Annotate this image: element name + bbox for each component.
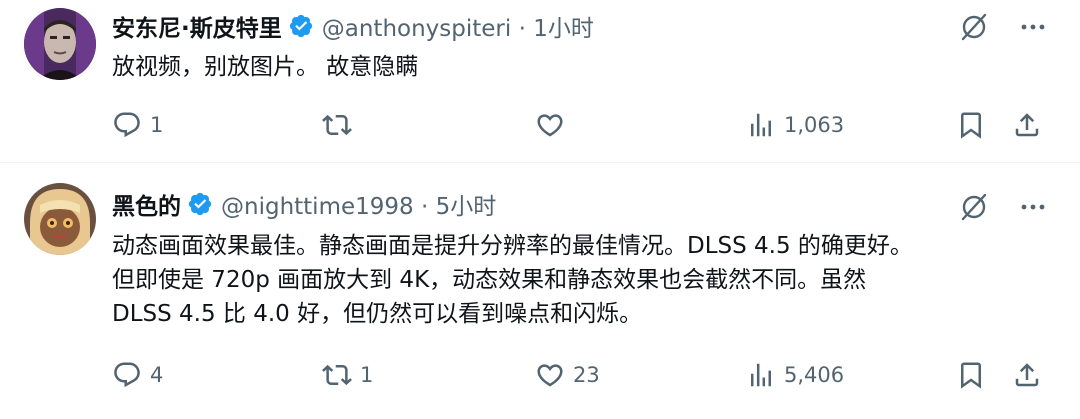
- verified-badge-icon: [187, 191, 213, 217]
- like-icon: [537, 114, 563, 137]
- retweet-icon: [322, 364, 352, 386]
- handle-and-time[interactable]: @nighttime1998 · 5小时: [221, 187, 496, 221]
- avatar[interactable]: [24, 8, 96, 80]
- reply-button[interactable]: 1: [112, 108, 163, 142]
- tweet-text-line: 动态画面效果最佳。静态画面是提升分辨率的最佳情况。DLSS 4.5 的确更好。: [112, 233, 913, 259]
- views-button[interactable]: 5,406: [746, 358, 844, 392]
- retweet-icon: [322, 114, 352, 136]
- tweet-text-line: 放视频，别放图片。 故意隐瞒: [112, 54, 419, 80]
- views-icon: [751, 113, 771, 137]
- tweet-text: 动态画面效果最佳。静态画面是提升分辨率的最佳情况。DLSS 4.5 的确更好。 …: [112, 229, 1062, 331]
- retweet-button[interactable]: [322, 108, 360, 142]
- views-count: 1,063: [784, 113, 845, 137]
- bookmark-icon: [961, 362, 981, 389]
- tweet-text: 放视频，别放图片。 故意隐瞒: [112, 50, 1062, 84]
- handle-and-time[interactable]: @anthonyspiteri · 1小时: [322, 9, 594, 43]
- tweet[interactable]: 安东尼·斯皮特里 @anthonyspiteri · 1小时 放视频，别放图片。…: [0, 0, 1080, 163]
- avatar-image: [24, 8, 96, 80]
- share-button[interactable]: [1012, 358, 1042, 392]
- views-icon: [751, 363, 771, 387]
- reply-icon: [114, 112, 140, 138]
- bookmark-button[interactable]: [956, 108, 986, 142]
- share-button[interactable]: [1012, 108, 1042, 142]
- more-icon[interactable]: [1018, 192, 1048, 222]
- retweet-count: 1: [360, 363, 374, 387]
- like-count: 23: [573, 363, 600, 387]
- reply-icon: [114, 362, 140, 388]
- tweet-text-line: DLSS 4.5 比 4.0 好，但仍然可以看到噪点和闪烁。: [112, 301, 643, 327]
- views-count: 5,406: [784, 363, 845, 387]
- views-button[interactable]: 1,063: [746, 108, 844, 142]
- bookmark-button[interactable]: [956, 358, 986, 392]
- grok-icon[interactable]: [958, 191, 990, 223]
- more-icon[interactable]: [1018, 12, 1048, 42]
- share-icon: [1015, 113, 1039, 137]
- tweet-text-line: 但即使是 720p 画面放大到 4K，动态效果和静态效果也会截然不同。虽然: [112, 267, 867, 293]
- avatar[interactable]: [24, 183, 96, 255]
- tweet-header: 黑色的 @nighttime1998 · 5小时: [112, 187, 496, 221]
- reply-count: 4: [150, 363, 164, 387]
- like-button[interactable]: [535, 108, 573, 142]
- like-button[interactable]: 23: [535, 358, 600, 392]
- tweet-header: 安东尼·斯皮特里 @anthonyspiteri · 1小时: [112, 9, 594, 43]
- grok-icon[interactable]: [958, 11, 990, 43]
- reply-button[interactable]: 4: [112, 358, 163, 392]
- reply-count: 1: [150, 113, 164, 137]
- bookmark-icon: [961, 112, 981, 139]
- display-name[interactable]: 安东尼·斯皮特里: [112, 9, 282, 43]
- tweet[interactable]: 黑色的 @nighttime1998 · 5小时 动态画面效果最佳。静态画面是提…: [0, 163, 1080, 419]
- action-bar: 1 1,063: [0, 108, 1080, 142]
- avatar-image: [24, 183, 96, 255]
- retweet-button[interactable]: 1: [322, 358, 373, 392]
- display-name[interactable]: 黑色的: [112, 187, 181, 221]
- share-icon: [1015, 363, 1039, 387]
- like-icon: [537, 364, 563, 387]
- action-bar: 4 1 23 5,406: [0, 358, 1080, 392]
- verified-badge-icon: [288, 13, 314, 39]
